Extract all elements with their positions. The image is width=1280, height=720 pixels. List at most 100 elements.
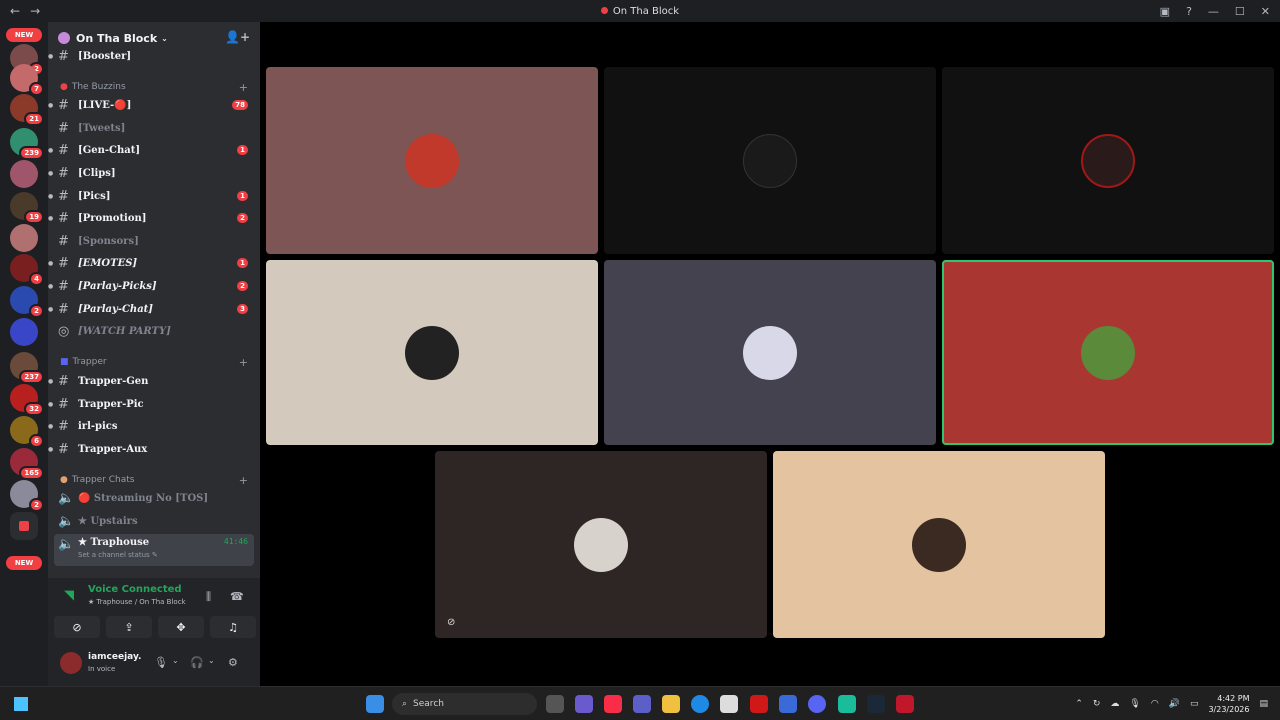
participant-tile[interactable] [266, 260, 598, 445]
sync-icon[interactable]: ↻ [1093, 699, 1101, 709]
server-icon[interactable]: 21 [10, 94, 44, 126]
channel-trapper-gen[interactable]: ● # Trapper-Gen [48, 371, 254, 391]
wifi-icon[interactable]: ◠ [1151, 699, 1159, 709]
notifications-icon[interactable]: ▤ [1259, 699, 1268, 709]
voice-channel-upstairs[interactable]: 🔈 ★ Upstairs [58, 511, 254, 531]
voice-channel-streaming[interactable]: 🔈 🔴 Streaming No [TOS] [58, 488, 254, 508]
participant-tile[interactable] [773, 451, 1105, 638]
close-icon[interactable]: ✕ [1261, 5, 1270, 18]
server-icon[interactable]: 19 [10, 192, 44, 224]
server-icon[interactable]: 237 [10, 352, 44, 384]
category-trapper-chats[interactable]: ● Trapper Chats + [60, 473, 256, 487]
server-icon[interactable]: 2 [10, 480, 44, 512]
file-explorer-icon[interactable] [662, 695, 680, 713]
channel-clips[interactable]: ● # [Clips] [48, 163, 254, 183]
channel-trapper-pic[interactable]: ● # Trapper-Pic [48, 394, 254, 414]
voice-channel-traphouse[interactable]: 🔈 ★ Traphouse 41:46 Set a channel status ✎ [54, 534, 254, 566]
chevron-down-icon[interactable]: ⌄ [208, 656, 215, 665]
channel-watch-party[interactable]: ◎ [WATCH PARTY] [58, 321, 254, 341]
signal-icon[interactable]: ◥ [64, 588, 74, 603]
start-icon[interactable] [366, 695, 384, 713]
channel-promotion[interactable]: ● # [Promotion] 2 [48, 208, 254, 228]
discord-icon[interactable] [808, 695, 826, 713]
inbox-icon[interactable]: ▣ [1160, 5, 1170, 18]
widgets-icon[interactable] [14, 697, 28, 711]
server-icon[interactable] [10, 160, 38, 188]
channel-parlay-chat[interactable]: ● # [Parlay-Chat] 3 [48, 299, 254, 319]
channel-sponsors[interactable]: # [Sponsors] [58, 231, 254, 251]
noise-suppression-icon[interactable]: ⫼ [206, 590, 211, 604]
soundboard-button[interactable]: ♫ [210, 616, 256, 638]
search-box[interactable]: ⌕ Search [392, 693, 537, 715]
channel-status[interactable]: Set a channel status ✎ [78, 551, 158, 559]
server-folder-icon[interactable] [10, 512, 38, 540]
channel-booster[interactable]: ● # [Booster] [48, 46, 254, 66]
back-arrow-icon[interactable]: ← [10, 4, 20, 18]
server-icon[interactable]: 165 [10, 448, 44, 480]
app-icon[interactable] [779, 695, 797, 713]
participant-tile[interactable] [604, 260, 936, 445]
microphone-icon[interactable]: 🎙 [154, 656, 168, 669]
forward-arrow-icon[interactable]: → [30, 4, 40, 18]
new-badge-bottom[interactable]: NEW [6, 556, 42, 570]
invite-people-icon[interactable]: 👤+ [225, 30, 250, 44]
minimize-icon[interactable]: — [1208, 5, 1219, 18]
server-icon[interactable]: 6 [10, 416, 44, 448]
voice-location[interactable]: ★ Traphouse / On Tha Block [88, 598, 186, 606]
app-icon[interactable] [838, 695, 856, 713]
channel-live[interactable]: ● # [LIVE-🔴] 78 [48, 95, 254, 115]
copilot-icon[interactable] [575, 695, 593, 713]
camera-off-button[interactable]: ⊘ [54, 616, 100, 638]
app-icon[interactable] [896, 695, 914, 713]
add-channel-icon[interactable]: + [239, 81, 248, 94]
chevron-up-icon[interactable]: ⌃ [1075, 699, 1083, 709]
new-badge-top[interactable]: NEW [6, 28, 42, 42]
maximize-icon[interactable]: ☐ [1235, 5, 1245, 18]
channel-tweets[interactable]: # [Tweets] [58, 118, 254, 138]
category-trapper[interactable]: ■ Trapper + [60, 355, 256, 369]
clock[interactable]: 4:42 PM 3/23/2026 [1208, 693, 1249, 715]
server-icon[interactable]: 4 [10, 254, 44, 286]
cloud-icon[interactable]: ☁ [1110, 699, 1119, 709]
server-icon[interactable] [10, 318, 38, 346]
task-view-icon[interactable] [546, 695, 564, 713]
chevron-down-icon[interactable]: ⌄ [172, 656, 179, 665]
activities-button[interactable]: ✥ [158, 616, 204, 638]
category-buzzins[interactable]: ● The Buzzins + [60, 80, 256, 94]
teams-icon[interactable] [633, 695, 651, 713]
help-icon[interactable]: ? [1186, 5, 1192, 18]
participant-tile[interactable] [604, 67, 936, 254]
server-icon[interactable]: 32 [10, 384, 44, 416]
server-icon[interactable] [10, 224, 38, 252]
battery-icon[interactable]: ▭ [1190, 699, 1199, 709]
steam-icon[interactable] [867, 695, 885, 713]
participant-tile-speaking[interactable] [942, 260, 1274, 445]
server-icon[interactable]: 7 [10, 64, 44, 96]
music-icon[interactable] [604, 695, 622, 713]
volume-icon[interactable]: 🔊 [1169, 699, 1180, 709]
store-icon[interactable] [720, 695, 738, 713]
channel-pics[interactable]: ● # [Pics] 1 [48, 186, 254, 206]
channel-gen-chat[interactable]: ● # [Gen-Chat] 1 [48, 140, 254, 160]
server-icon[interactable]: 239 [10, 128, 44, 160]
channel-irl-pics[interactable]: ● # irl-pics [48, 416, 254, 436]
channel-parlay-picks[interactable]: ● # [Parlay-Picks] 2 [48, 276, 254, 296]
avatar[interactable] [60, 652, 82, 674]
screen-share-button[interactable]: ⇪ [106, 616, 152, 638]
app-l-icon[interactable] [750, 695, 768, 713]
participant-tile[interactable]: ⊘ [435, 451, 767, 638]
add-channel-icon[interactable]: + [239, 474, 248, 487]
disconnect-icon[interactable]: ☎ [230, 590, 244, 603]
channel-emotes[interactable]: ● # [EMOTES] 1 [48, 253, 254, 273]
username[interactable]: iamceejay. [88, 652, 141, 662]
microphone-icon[interactable]: 🎙 [1129, 699, 1140, 709]
headphones-icon[interactable]: 🎧 [190, 656, 204, 669]
channel-trapper-aux[interactable]: ● # Trapper-Aux [48, 439, 254, 459]
participant-tile[interactable] [942, 67, 1274, 254]
participant-tile[interactable] [266, 67, 598, 254]
voice-connected-label[interactable]: Voice Connected [88, 584, 182, 595]
edge-icon[interactable] [691, 695, 709, 713]
server-icon[interactable]: 2 [10, 286, 44, 318]
add-channel-icon[interactable]: + [239, 356, 248, 369]
settings-gear-icon[interactable]: ⚙ [228, 656, 238, 669]
